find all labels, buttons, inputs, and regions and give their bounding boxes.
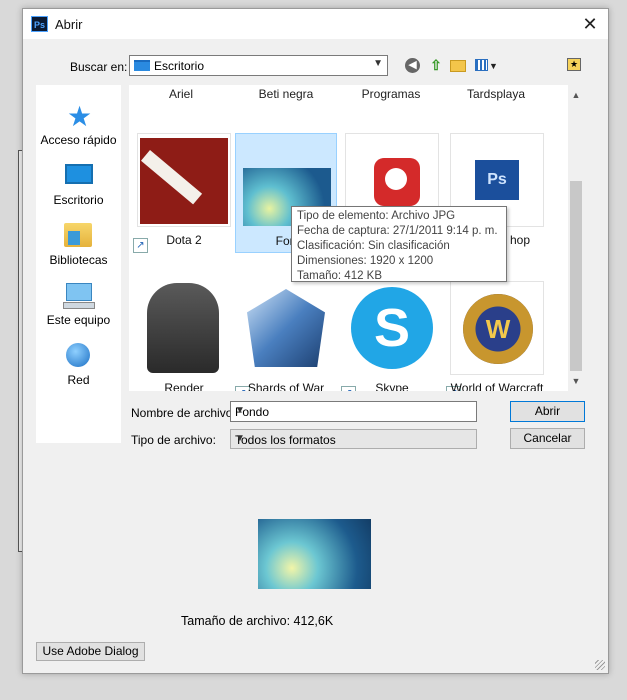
back-icon[interactable]: ◀: [405, 58, 420, 73]
use-adobe-dialog-button[interactable]: Use Adobe Dialog: [36, 642, 145, 661]
tooltip-dimensions: Dimensiones: 1920 x 1200: [297, 255, 434, 267]
image-preview: [258, 519, 371, 589]
cancel-button[interactable]: Cancelar: [510, 428, 585, 449]
file-label[interactable]: Programas: [341, 87, 441, 101]
dialog-title: Abrir: [55, 17, 83, 32]
file-item-render[interactable]: Render: [133, 281, 235, 391]
filename-combo[interactable]: Fondo ▼: [230, 401, 477, 422]
tooltip-date: Fecha de captura: 27/1/2011 9:14 p. m.: [297, 225, 498, 237]
chevron-down-icon: ▼: [235, 433, 245, 444]
wow-thumbnail: W: [450, 281, 544, 375]
place-label: Bibliotecas: [49, 253, 108, 267]
file-label[interactable]: Ariel: [131, 87, 231, 101]
filetype-select[interactable]: Todos los formatos ▼: [230, 429, 477, 449]
file-label[interactable]: Beti negra: [236, 87, 336, 101]
tooltip-rating: Clasificación: Sin clasificación: [297, 240, 450, 252]
libraries-icon: [64, 223, 92, 247]
lookin-label: Buscar en:: [70, 60, 128, 74]
star-icon: ★: [67, 101, 93, 132]
file-item-shards-of-war[interactable]: ↗ Shards of War: [235, 281, 337, 391]
scrollbar-thumb[interactable]: [570, 181, 582, 371]
desktop-folder-icon: [134, 60, 150, 71]
file-item-dota2[interactable]: ↗ Dota 2: [133, 133, 235, 253]
filetype-label: Tipo de archivo:: [131, 433, 216, 447]
up-folder-icon[interactable]: ⇧: [427, 56, 445, 74]
file-label: Skype: [375, 381, 409, 391]
close-icon[interactable]: ✕: [578, 12, 602, 36]
filename-label: Nombre de archivo:: [131, 406, 236, 420]
place-label: Este equipo: [46, 313, 111, 327]
file-tooltip: Tipo de elemento: Archivo JPG Fecha de c…: [291, 206, 507, 282]
scroll-up-icon[interactable]: ▲: [568, 87, 584, 103]
place-label: Red: [67, 373, 90, 387]
new-folder-icon[interactable]: [450, 60, 466, 72]
file-label: Render: [164, 381, 204, 391]
computer-icon: [63, 283, 95, 309]
desktop-icon: [65, 164, 93, 184]
render-thumbnail: [137, 281, 231, 375]
chevron-down-icon[interactable]: ▼: [235, 405, 472, 416]
skype-thumbnail: S: [345, 281, 439, 375]
lookin-value: Escritorio: [154, 59, 205, 73]
file-label[interactable]: Tardsplaya: [446, 87, 546, 101]
vertical-scrollbar[interactable]: ▲ ▼: [568, 85, 584, 391]
file-label: Dota 2: [166, 233, 202, 247]
tooltip-size: Tamaño: 412 KB: [297, 270, 383, 282]
file-size-text: Tamaño de archivo: 412,6K: [181, 614, 334, 628]
favorite-folder-icon[interactable]: ★: [567, 58, 581, 71]
place-label: Acceso rápido: [40, 133, 117, 147]
places-bar: ★ Acceso rápido Escritorio Bibliotecas E…: [36, 85, 121, 443]
network-icon: [66, 343, 90, 367]
resize-grip[interactable]: [595, 660, 605, 670]
dota2-thumbnail: [137, 133, 231, 227]
file-item-world-of-warcraft[interactable]: W ↗ World of Warcraft: [446, 281, 548, 391]
file-label: Shards of War: [247, 381, 325, 391]
shards-thumbnail: [239, 281, 333, 375]
title-bar: Ps Abrir ✕: [23, 9, 608, 39]
tooltip-type: Tipo de elemento: Archivo JPG: [297, 210, 456, 222]
file-label: World of Warcraft: [450, 381, 544, 391]
chevron-down-icon: ▼: [373, 58, 383, 69]
open-button[interactable]: Abrir: [510, 401, 585, 422]
open-dialog: Ps Abrir ✕ Buscar en: Escritorio ▼ ◀ ⇧ ▼…: [22, 8, 609, 674]
view-menu-icon[interactable]: ▼: [475, 57, 498, 75]
photoshop-app-icon: Ps: [31, 16, 48, 32]
file-item-skype[interactable]: S ↗ Skype: [341, 281, 443, 391]
lookin-dropdown[interactable]: Escritorio ▼: [129, 55, 388, 76]
scroll-down-icon[interactable]: ▼: [568, 373, 584, 389]
place-label: Escritorio: [53, 193, 104, 207]
